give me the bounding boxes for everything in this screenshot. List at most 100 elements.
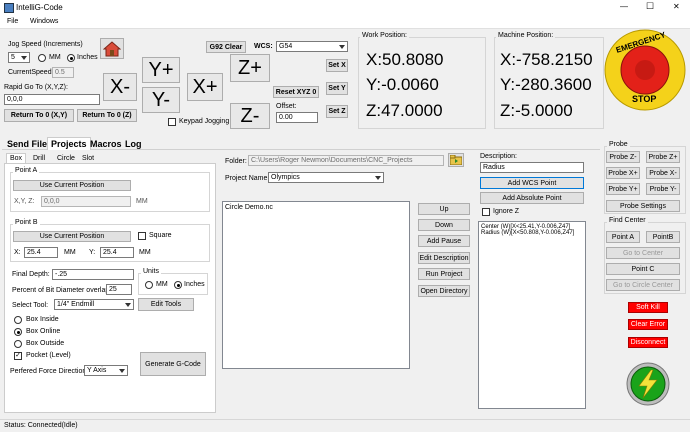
point-b-button[interactable]: PointB (646, 231, 680, 243)
y-unit: MM (139, 249, 151, 256)
tab-log[interactable]: Log (122, 138, 145, 150)
box-outside-label: Box Outside (26, 340, 65, 347)
overlap-input[interactable]: 25 (106, 284, 132, 295)
description-input[interactable]: Radius (480, 162, 584, 173)
return-xy-button[interactable]: Return To 0 (X,Y) (4, 109, 74, 122)
force-direction-select[interactable]: Y Axis (84, 365, 128, 376)
go-to-circle-center-button: Go to Circle Center (606, 279, 680, 291)
description-list[interactable]: Center (W)[X<25.41,Y-0.006,Z47] Radius (… (478, 221, 586, 409)
box-inside-radio[interactable] (14, 316, 22, 324)
point-a-title: Point A (13, 167, 40, 174)
up-button[interactable]: Up (418, 203, 470, 215)
units-inches-radio[interactable] (174, 281, 182, 289)
minimize-icon[interactable]: — (620, 2, 628, 11)
final-depth-input[interactable]: -.25 (52, 269, 134, 280)
force-direction-label: Perfered Force Direction: (10, 368, 89, 375)
disconnect-button[interactable]: Disconnect (628, 337, 668, 348)
probe-y-plus-button[interactable]: Probe Y+ (606, 183, 640, 195)
jog-x-plus-button[interactable]: X+ (187, 73, 223, 101)
work-position-title: Work Position: (360, 32, 409, 39)
set-z-button[interactable]: Set Z (326, 105, 348, 118)
g92-clear-button[interactable]: G92 Clear (206, 41, 246, 53)
jog-inches-radio[interactable] (67, 54, 75, 62)
rapid-input[interactable]: 0,0,0 (4, 94, 100, 105)
box-online-label: Box Online (26, 328, 61, 335)
jog-speed-select[interactable]: 5 (8, 52, 30, 63)
square-checkbox[interactable] (138, 232, 146, 240)
return-z-button[interactable]: Return To 0 (Z) (77, 109, 137, 122)
ignore-z-checkbox[interactable] (482, 208, 490, 216)
add-pause-button[interactable]: Add Pause (418, 235, 470, 247)
app-icon (4, 3, 14, 13)
jog-z-plus-button[interactable]: Z+ (230, 54, 270, 82)
overlap-label: Percent of Bit Diameter overlap: (12, 287, 112, 294)
close-icon[interactable]: ✕ (673, 2, 680, 11)
window-title: IntelliG-Code (16, 3, 63, 12)
point-c-button[interactable]: Point C (606, 263, 680, 275)
jog-y-minus-button[interactable]: Y- (142, 87, 180, 113)
tab-send-file[interactable]: Send File (4, 138, 50, 150)
units-mm-radio[interactable] (145, 281, 153, 289)
offset-input[interactable]: 0.00 (276, 112, 318, 123)
jog-y-plus-button[interactable]: Y+ (142, 57, 180, 83)
pocket-checkbox[interactable]: ✓ (14, 352, 22, 360)
menu-bar: File Windows (0, 15, 690, 29)
probe-settings-button[interactable]: Probe Settings (606, 200, 680, 212)
box-outside-radio[interactable] (14, 340, 22, 348)
probe-x-minus-button[interactable]: Probe X- (646, 167, 680, 179)
jog-speed-label: Jog Speed (Increments) (8, 41, 83, 48)
work-x-readout: X:50.8080 (366, 50, 444, 69)
folder-browse-button[interactable] (448, 153, 464, 167)
jog-x-minus-button[interactable]: X- (103, 73, 137, 101)
keypad-jogging-checkbox[interactable] (168, 118, 176, 126)
menu-file[interactable]: File (7, 18, 18, 25)
probe-x-plus-button[interactable]: Probe X+ (606, 167, 640, 179)
tool-select[interactable]: 1/4" Endmill (54, 299, 134, 310)
folder-icon (450, 155, 462, 165)
tab-macros[interactable]: Macros (87, 138, 125, 150)
add-absolute-point-button[interactable]: Add Absolute Point (480, 192, 584, 204)
menu-windows[interactable]: Windows (30, 18, 58, 25)
edit-tools-button[interactable]: Edit Tools (138, 298, 194, 311)
list-item[interactable]: Circle Demo.nc (225, 204, 407, 211)
pocket-label: Pocket (Level) (26, 352, 71, 359)
power-button[interactable] (626, 362, 670, 406)
project-file-list[interactable]: Circle Demo.nc (222, 201, 410, 369)
probe-z-minus-button[interactable]: Probe Z- (606, 151, 640, 163)
project-name-select[interactable]: Olympics (268, 172, 384, 183)
add-wcs-point-button[interactable]: Add WCS Point (480, 177, 584, 189)
down-button[interactable]: Down (418, 219, 470, 231)
soft-kill-button[interactable]: Soft Kill (628, 302, 668, 313)
use-current-b-button[interactable]: Use Current Position (13, 231, 131, 242)
home-button[interactable] (100, 38, 124, 59)
list-item[interactable]: Radius (W)[X<50.808,Y-0.006,Z47] (481, 230, 583, 236)
machine-z-readout: Z:-5.0000 (500, 101, 573, 120)
point-b-y-input[interactable]: 25.4 (100, 247, 134, 258)
set-y-button[interactable]: Set Y (326, 82, 348, 95)
units-mm-label: MM (156, 281, 168, 288)
probe-y-minus-button[interactable]: Probe Y- (646, 183, 680, 195)
reset-xyz-button[interactable]: Reset XYZ 0 (273, 86, 319, 98)
ignore-z-label: Ignore Z (493, 208, 520, 215)
edit-description-button[interactable]: Edit Description (418, 252, 470, 264)
point-a-button[interactable]: Point A (606, 231, 640, 243)
box-online-radio[interactable] (14, 328, 22, 336)
probe-z-plus-button[interactable]: Probe Z+ (646, 151, 680, 163)
work-z-readout: Z:47.0000 (366, 101, 443, 120)
xyz-label: X,Y, Z: (14, 198, 35, 205)
set-x-button[interactable]: Set X (326, 59, 348, 72)
point-b-x-input[interactable]: 25.4 (24, 247, 58, 258)
keypad-jogging-label: Keypad Jogging (179, 118, 230, 125)
emergency-stop-button[interactable]: EMERGENCY STOP (604, 28, 686, 112)
jog-mm-radio[interactable] (38, 54, 46, 62)
maximize-icon[interactable]: ☐ (646, 1, 654, 12)
tab-projects[interactable]: Projects (47, 137, 91, 150)
current-speed-label: CurrentSpeed: (8, 69, 54, 76)
jog-z-minus-button[interactable]: Z- (230, 103, 270, 129)
clear-error-button[interactable]: Clear Error (628, 319, 668, 330)
use-current-a-button[interactable]: Use Current Position (13, 180, 131, 191)
run-project-button[interactable]: Run Project (418, 268, 470, 280)
generate-gcode-button[interactable]: Generate G-Code (140, 352, 206, 376)
open-directory-button[interactable]: Open Directory (418, 285, 470, 297)
wcs-select[interactable]: G54 (276, 41, 348, 52)
